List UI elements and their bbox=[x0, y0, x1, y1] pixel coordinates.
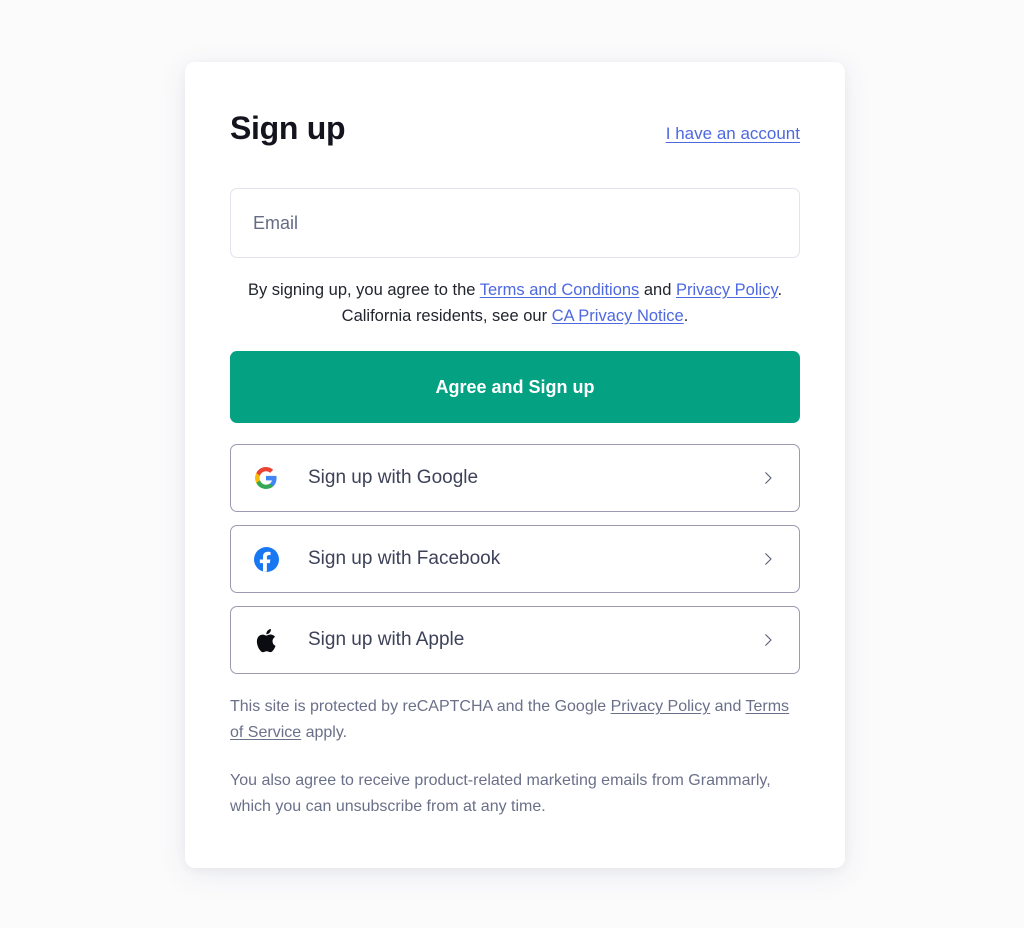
sign-up-with-apple-label: Sign up with Apple bbox=[308, 629, 465, 650]
terms-middle: and bbox=[639, 281, 676, 299]
recaptcha-notice: This site is protected by reCAPTCHA and … bbox=[230, 694, 800, 746]
recaptcha-prefix: This site is protected by reCAPTCHA and … bbox=[230, 698, 611, 715]
agree-and-sign-up-label: Agree and Sign up bbox=[435, 376, 595, 397]
sign-up-with-google-button[interactable]: Sign up with Google bbox=[230, 444, 800, 512]
card-header: Sign up I have an account bbox=[230, 108, 800, 160]
terms-notice: By signing up, you agree to the Terms an… bbox=[230, 277, 800, 329]
legal-footer: This site is protected by reCAPTCHA and … bbox=[230, 694, 800, 820]
terms-suffix: . bbox=[683, 307, 689, 325]
page-title: Sign up bbox=[230, 110, 346, 146]
social-signup-list: Sign up with Google Sign up with Faceboo… bbox=[230, 444, 800, 674]
terms-and-conditions-link[interactable]: Terms and Conditions bbox=[480, 281, 640, 299]
signup-page: Sign up I have an account By signing up,… bbox=[0, 0, 1024, 928]
signup-card: Sign up I have an account By signing up,… bbox=[185, 62, 845, 868]
agree-and-sign-up-button[interactable]: Agree and Sign up bbox=[230, 351, 800, 423]
facebook-icon bbox=[253, 546, 279, 572]
google-icon bbox=[253, 465, 279, 491]
i-have-an-account-link[interactable]: I have an account bbox=[666, 123, 800, 145]
email-input[interactable] bbox=[251, 211, 779, 235]
sign-up-with-facebook-label: Sign up with Facebook bbox=[308, 548, 501, 569]
privacy-policy-link[interactable]: Privacy Policy bbox=[676, 281, 777, 299]
google-privacy-policy-link[interactable]: Privacy Policy bbox=[611, 698, 711, 715]
apple-icon bbox=[253, 627, 279, 653]
chevron-right-icon bbox=[759, 469, 777, 487]
sign-up-with-google-label: Sign up with Google bbox=[308, 467, 479, 488]
ca-privacy-notice-link[interactable]: CA Privacy Notice bbox=[552, 307, 684, 325]
chevron-right-icon bbox=[759, 631, 777, 649]
marketing-notice: You also agree to receive product-relate… bbox=[230, 772, 771, 815]
terms-prefix: By signing up, you agree to the bbox=[247, 281, 480, 299]
sign-up-with-facebook-button[interactable]: Sign up with Facebook bbox=[230, 525, 800, 593]
sign-up-with-apple-button[interactable]: Sign up with Apple bbox=[230, 606, 800, 674]
recaptcha-middle: and bbox=[710, 698, 746, 715]
signup-card-content: Sign up I have an account By signing up,… bbox=[185, 62, 845, 820]
chevron-right-icon bbox=[759, 550, 777, 568]
email-field[interactable] bbox=[230, 188, 800, 258]
recaptcha-suffix: apply. bbox=[301, 724, 348, 741]
